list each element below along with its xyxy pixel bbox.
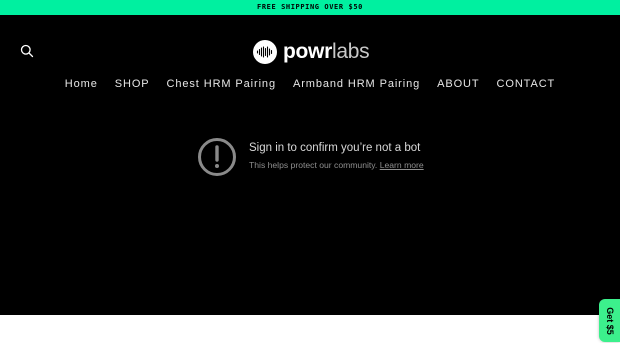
nav-item-armband-hrm-pairing[interactable]: Armband HRM Pairing xyxy=(284,77,428,91)
alert-circle-icon xyxy=(197,137,237,177)
nav-item-shop[interactable]: SHOP xyxy=(106,77,158,91)
nav-item-chest-hrm-pairing[interactable]: Chest HRM Pairing xyxy=(158,77,284,91)
page: FREE SHIPPING OVER $50 powrlabs Home SHO… xyxy=(0,0,620,343)
promo-tab-label: Get $5 xyxy=(604,306,615,335)
bot-check-notice: Sign in to confirm you’re not a bot This… xyxy=(197,137,437,179)
main-nav: Home SHOP Chest HRM Pairing Armband HRM … xyxy=(0,77,620,91)
learn-more-link[interactable]: Learn more xyxy=(380,160,424,170)
soundwave-logo-icon xyxy=(253,40,277,64)
announcement-text: FREE SHIPPING OVER $50 xyxy=(257,3,363,11)
notice-subtitle-text: This helps protect our community. xyxy=(249,160,378,170)
get-5-promo-tab[interactable]: Get $5 xyxy=(599,299,620,342)
search-icon[interactable] xyxy=(20,44,34,58)
logo-text-thin: labs xyxy=(331,40,370,63)
page-footer-area xyxy=(0,315,620,343)
brand-logo[interactable]: powrlabs xyxy=(253,40,370,64)
logo-text-bold: powr xyxy=(283,40,332,63)
logo-wordmark: powrlabs xyxy=(283,40,370,64)
nav-item-home[interactable]: Home xyxy=(56,77,106,91)
nav-item-about[interactable]: ABOUT xyxy=(429,77,488,91)
notice-title: Sign in to confirm you’re not a bot xyxy=(249,142,421,154)
announcement-bar: FREE SHIPPING OVER $50 xyxy=(0,0,620,15)
notice-subtitle: This helps protect our community. Learn … xyxy=(249,160,424,170)
nav-item-contact[interactable]: CONTACT xyxy=(488,77,564,91)
